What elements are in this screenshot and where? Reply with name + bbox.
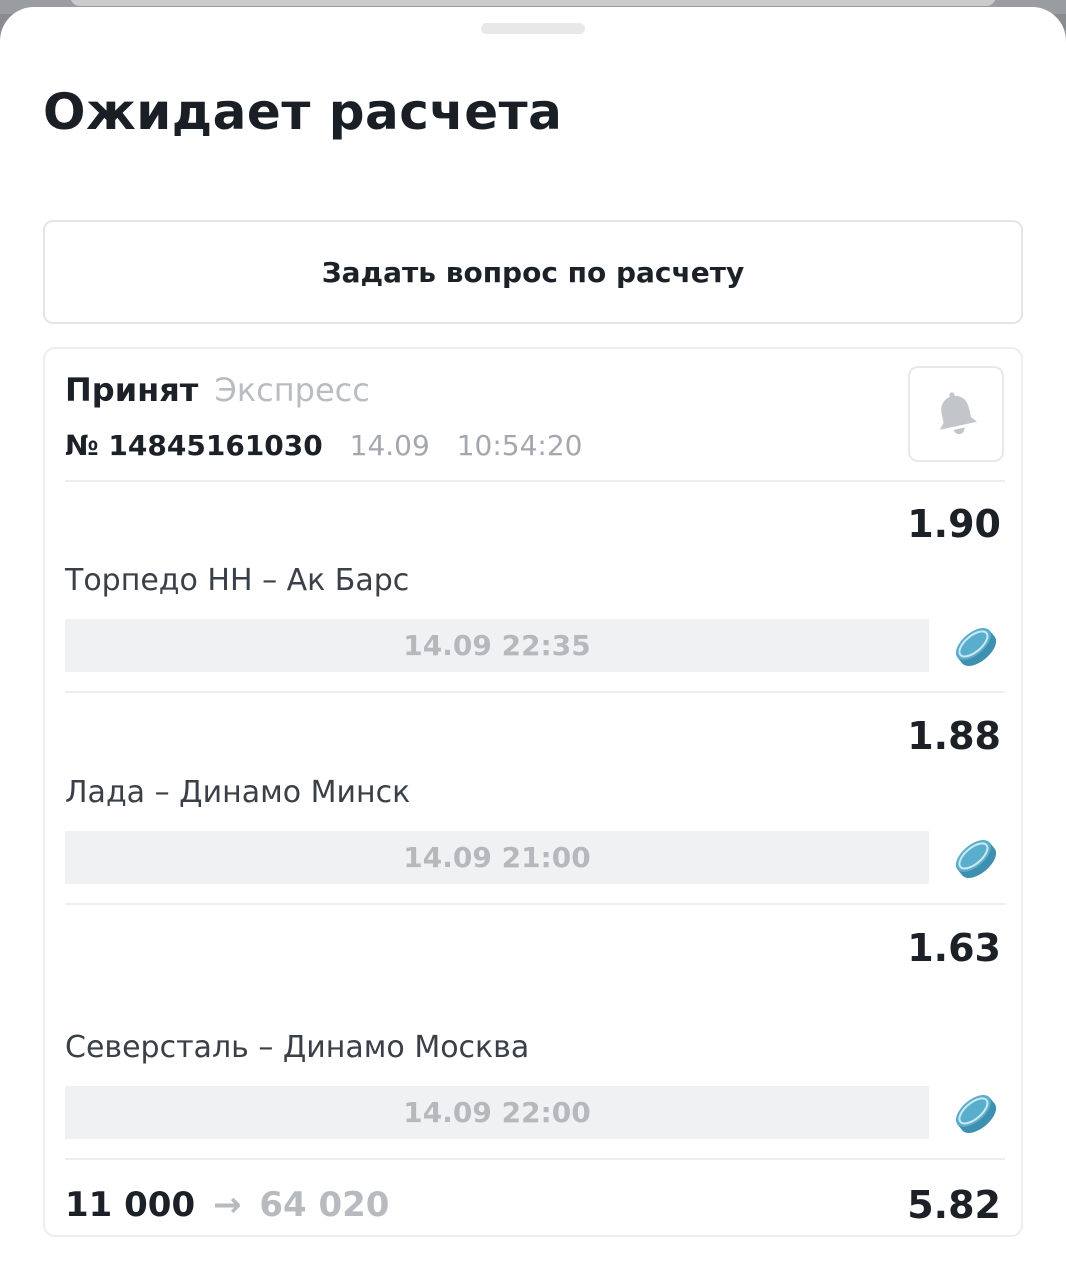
divider [65, 1158, 1005, 1160]
event-match-name: Северсталь – Динамо Москва [65, 1030, 530, 1065]
hockey-puck-icon [955, 1095, 997, 1133]
event-odds: 1.88 [907, 714, 1001, 758]
hockey-puck-icon [955, 840, 997, 878]
divider [65, 691, 1005, 693]
stake-amount: 11 000 [65, 1185, 196, 1225]
total-odds: 5.82 [907, 1183, 1001, 1227]
ask-question-button[interactable]: Задать вопрос по расчету [43, 220, 1023, 324]
sheet-grabber-handle[interactable] [481, 23, 585, 34]
page-title: Ожидает расчета [43, 83, 563, 141]
bell-icon [939, 392, 978, 435]
bet-number: № 14845161030 [65, 429, 323, 462]
event-odds: 1.90 [907, 502, 1001, 546]
event-match-name: Торпедо НН – Ак Барс [65, 563, 410, 598]
event-match-name: Лада – Динамо Минск [65, 775, 411, 810]
background-card [70, 0, 996, 6]
event-start-time: 14.09 22:35 [65, 619, 929, 672]
bet-card: Принят Экспресс № 14845161030 14.09 10:5… [43, 347, 1023, 1237]
bet-status: Принят [65, 371, 199, 409]
bet-time: 10:54:20 [456, 429, 583, 462]
notification-bell-button[interactable] [908, 366, 1004, 462]
bet-type: Экспресс [214, 371, 370, 409]
bet-summary: 11 000 → 64 020 [65, 1185, 389, 1225]
event-odds: 1.63 [907, 926, 1001, 970]
bet-header: Принят Экспресс [65, 371, 370, 409]
bet-meta: № 14845161030 14.09 10:54:20 [65, 429, 583, 462]
potential-win-amount: 64 020 [259, 1185, 390, 1225]
bet-date: 14.09 [349, 429, 430, 462]
divider [65, 480, 1005, 482]
hockey-puck-icon [955, 628, 997, 666]
arrow-right-icon: → [212, 1185, 242, 1225]
event-start-time: 14.09 22:00 [65, 1086, 929, 1139]
bottom-sheet: Ожидает расчета Задать вопрос по расчету… [0, 7, 1066, 1280]
divider [65, 903, 1005, 905]
event-start-time: 14.09 21:00 [65, 831, 929, 884]
